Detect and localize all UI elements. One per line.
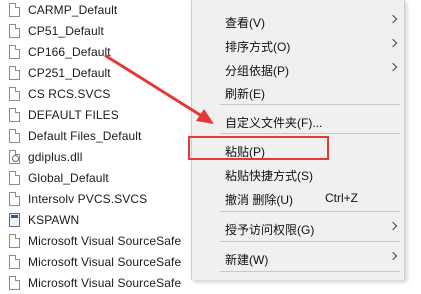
menu-separator (220, 211, 400, 212)
menu-item-refresh[interactable]: 刷新(E) (192, 81, 404, 103)
file-name: Microsoft Visual SourceSafe (28, 276, 182, 290)
file-name: DEFAULT FILES (28, 108, 119, 122)
file-name: KSPAWN (28, 213, 80, 227)
file-item[interactable]: CP251_Default (0, 63, 200, 84)
menu-item-label: 分组依据(P) (225, 64, 289, 78)
menu-item-label: 撤消 删除(U) (225, 193, 293, 207)
file-item[interactable]: Intersolv PVCS.SVCS (0, 189, 200, 210)
menu-item-give-access[interactable]: 授予访问权限(G) (192, 217, 404, 239)
file-item[interactable]: CS RCS.SVCS (0, 84, 200, 105)
file-item[interactable]: CP51_Default (0, 21, 200, 42)
file-name: CARMP_Default (28, 3, 118, 17)
menu-item-new[interactable]: 新建(W) (192, 247, 404, 269)
chevron-right-icon (388, 221, 398, 231)
file-icon (9, 192, 20, 206)
file-item[interactable]: Microsoft Visual SourceSafe (0, 252, 200, 273)
file-name: CP51_Default (28, 24, 104, 38)
menu-item-label: 新建(W) (225, 253, 269, 267)
file-item[interactable]: Microsoft Visual SourceSafe (0, 273, 200, 294)
menu-item-label: 自定义文件夹(F)... (225, 116, 323, 130)
file-name: gdiplus.dll (28, 150, 83, 164)
file-name: Global_Default (28, 171, 109, 185)
menu-separator (220, 271, 400, 272)
menu-item-label: 授予访问权限(G) (225, 223, 315, 237)
gear-file-icon (9, 150, 20, 164)
application-icon (9, 213, 20, 227)
file-name: CP251_Default (28, 66, 111, 80)
file-icon (9, 276, 20, 290)
file-icon (9, 255, 20, 269)
annotation-highlight-box (188, 136, 329, 160)
file-icon (9, 3, 20, 17)
file-item[interactable]: KSPAWN (0, 210, 200, 231)
menu-item-label: 刷新(E) (225, 87, 265, 101)
file-item[interactable]: Global_Default (0, 168, 200, 189)
file-item[interactable]: DEFAULT FILES (0, 105, 200, 126)
file-item[interactable]: CARMP_Default (0, 0, 200, 21)
file-icon (9, 129, 20, 143)
menu-item-view[interactable]: 查看(V) (192, 10, 404, 32)
file-item[interactable]: Default Files_Default (0, 126, 200, 147)
file-name: Microsoft Visual SourceSafe (28, 234, 182, 248)
menu-item-undo-delete[interactable]: 撤消 删除(U) Ctrl+Z (192, 187, 404, 209)
file-icon (9, 171, 20, 185)
file-icon (9, 45, 20, 59)
file-name: CP166_Default (28, 45, 111, 59)
chevron-right-icon (388, 14, 398, 24)
menu-item-group-by[interactable]: 分组依据(P) (192, 58, 404, 80)
menu-item-shortcut: Ctrl+Z (325, 191, 358, 205)
menu-item-label: 粘贴快捷方式(S) (225, 169, 313, 183)
file-item[interactable]: gdiplus.dll (0, 147, 200, 168)
file-name: Intersolv PVCS.SVCS (28, 192, 148, 206)
file-icon (9, 66, 20, 80)
menu-item-customize-folder[interactable]: 自定义文件夹(F)... (192, 110, 404, 132)
file-item[interactable]: Microsoft Visual SourceSafe (0, 231, 200, 252)
menu-separator (220, 104, 400, 105)
chevron-right-icon (388, 251, 398, 261)
file-list: CARMP_Default CP51_Default CP166_Default… (0, 0, 200, 290)
file-icon (9, 234, 20, 248)
file-icon (9, 24, 20, 38)
chevron-right-icon (388, 38, 398, 48)
menu-separator (220, 133, 400, 134)
menu-item-label: 查看(V) (225, 16, 265, 30)
menu-separator (220, 241, 400, 242)
menu-item-label: 排序方式(O) (225, 40, 291, 54)
file-icon (9, 108, 20, 122)
file-icon (9, 87, 20, 101)
chevron-right-icon (388, 62, 398, 72)
file-item[interactable]: CP166_Default (0, 42, 200, 63)
file-name: Default Files_Default (28, 129, 142, 143)
file-name: Microsoft Visual SourceSafe (28, 255, 182, 269)
file-name: CS RCS.SVCS (28, 87, 111, 101)
menu-item-sort-by[interactable]: 排序方式(O) (192, 34, 404, 56)
menu-item-paste-shortcut[interactable]: 粘贴快捷方式(S) (192, 163, 404, 185)
